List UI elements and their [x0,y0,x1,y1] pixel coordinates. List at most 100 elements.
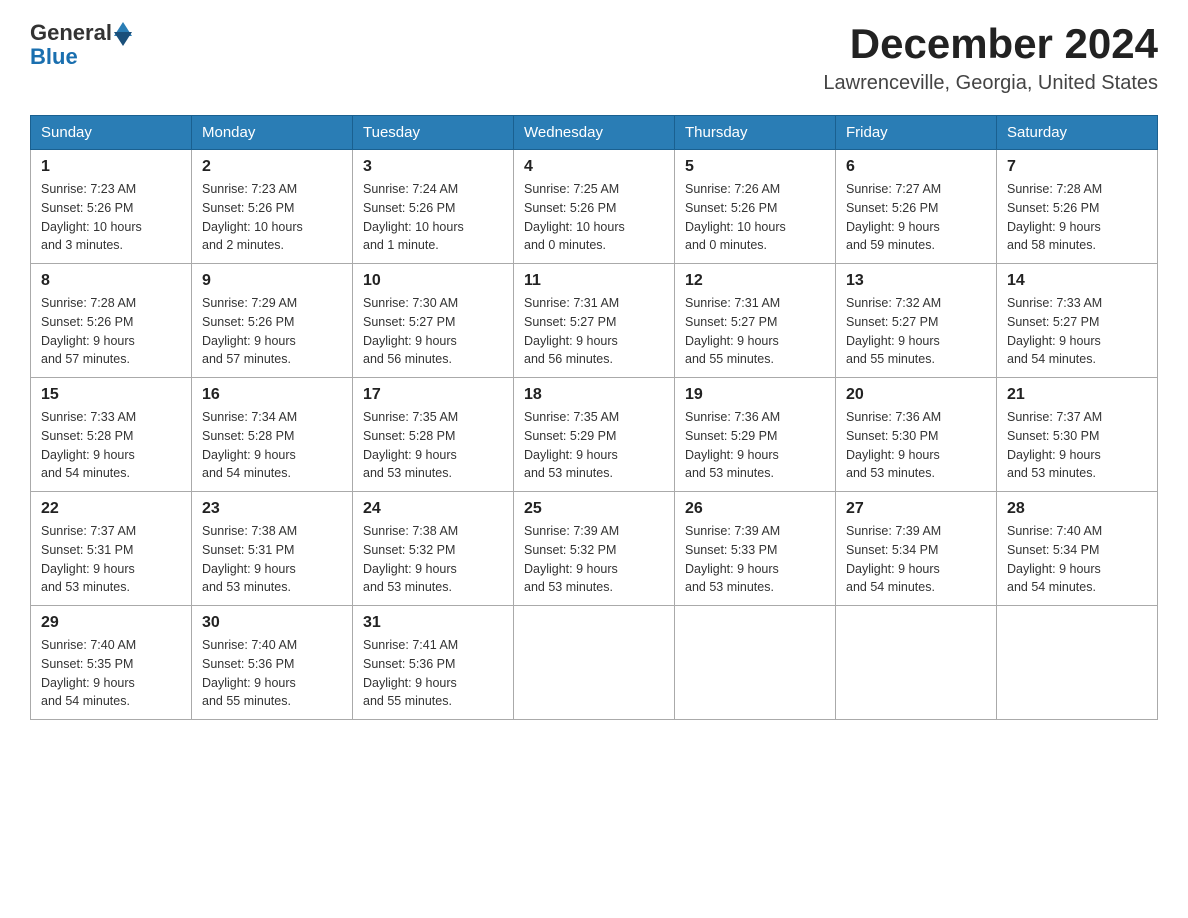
calendar-cell: 22Sunrise: 7:37 AMSunset: 5:31 PMDayligh… [31,492,192,606]
weekday-header-saturday: Saturday [997,116,1158,150]
day-number: 16 [202,386,342,404]
day-info: Sunrise: 7:28 AMSunset: 5:26 PMDaylight:… [1007,180,1147,255]
day-info: Sunrise: 7:23 AMSunset: 5:26 PMDaylight:… [41,180,181,255]
day-number: 27 [846,500,986,518]
weekday-header-wednesday: Wednesday [514,116,675,150]
day-info: Sunrise: 7:39 AMSunset: 5:32 PMDaylight:… [524,522,664,597]
calendar-cell: 8 Sunrise: 7:28 AMSunset: 5:26 PMDaylight… [31,264,192,378]
calendar-cell: 16 Sunrise: 7:34 AMSunset: 5:28 PMDayligh… [192,378,353,492]
day-number: 3 [363,158,503,176]
day-info: Sunrise: 7:35 AMSunset: 5:29 PMDaylight:… [524,408,664,483]
calendar-cell: 27 Sunrise: 7:39 AMSunset: 5:34 PMDayligh… [836,492,997,606]
day-number: 10 [363,272,503,290]
day-number: 14 [1007,272,1147,290]
calendar-cell: 21Sunrise: 7:37 AMSunset: 5:30 PMDayligh… [997,378,1158,492]
day-number: 28 [1007,500,1147,518]
weekday-header-sunday: Sunday [31,116,192,150]
logo-general-text: General [30,20,112,46]
day-number: 12 [685,272,825,290]
calendar-cell: 28 Sunrise: 7:40 AMSunset: 5:34 PMDayligh… [997,492,1158,606]
calendar-cell: 20Sunrise: 7:36 AMSunset: 5:30 PMDayligh… [836,378,997,492]
day-info: Sunrise: 7:26 AMSunset: 5:26 PMDaylight:… [685,180,825,255]
day-info: Sunrise: 7:40 AMSunset: 5:34 PMDaylight:… [1007,522,1147,597]
calendar-cell: 18 Sunrise: 7:35 AMSunset: 5:29 PMDayligh… [514,378,675,492]
day-info: Sunrise: 7:37 AMSunset: 5:30 PMDaylight:… [1007,408,1147,483]
calendar-cell: 10 Sunrise: 7:30 AMSunset: 5:27 PMDayligh… [353,264,514,378]
day-number: 29 [41,614,181,632]
day-info: Sunrise: 7:38 AMSunset: 5:32 PMDaylight:… [363,522,503,597]
day-number: 18 [524,386,664,404]
calendar-week-row: 22Sunrise: 7:37 AMSunset: 5:31 PMDayligh… [31,492,1158,606]
day-number: 6 [846,158,986,176]
day-info: Sunrise: 7:29 AMSunset: 5:26 PMDaylight:… [202,294,342,369]
calendar-cell: 12 Sunrise: 7:31 AMSunset: 5:27 PMDayligh… [675,264,836,378]
day-info: Sunrise: 7:28 AMSunset: 5:26 PMDaylight:… [41,294,181,369]
calendar-cell: 5Sunrise: 7:26 AMSunset: 5:26 PMDaylight… [675,150,836,264]
day-info: Sunrise: 7:32 AMSunset: 5:27 PMDaylight:… [846,294,986,369]
calendar-cell: 6Sunrise: 7:27 AMSunset: 5:26 PMDaylight… [836,150,997,264]
calendar-week-row: 29 Sunrise: 7:40 AMSunset: 5:35 PMDayligh… [31,606,1158,720]
day-info: Sunrise: 7:31 AMSunset: 5:27 PMDaylight:… [524,294,664,369]
day-info: Sunrise: 7:25 AMSunset: 5:26 PMDaylight:… [524,180,664,255]
day-number: 31 [363,614,503,632]
calendar-cell: 17Sunrise: 7:35 AMSunset: 5:28 PMDayligh… [353,378,514,492]
day-info: Sunrise: 7:36 AMSunset: 5:29 PMDaylight:… [685,408,825,483]
day-number: 7 [1007,158,1147,176]
calendar-cell: 4 Sunrise: 7:25 AMSunset: 5:26 PMDaylight… [514,150,675,264]
calendar-cell: 24 Sunrise: 7:38 AMSunset: 5:32 PMDayligh… [353,492,514,606]
day-info: Sunrise: 7:24 AMSunset: 5:26 PMDaylight:… [363,180,503,255]
calendar-cell: 29 Sunrise: 7:40 AMSunset: 5:35 PMDayligh… [31,606,192,720]
calendar-cell: 19 Sunrise: 7:36 AMSunset: 5:29 PMDayligh… [675,378,836,492]
calendar-cell: 11 Sunrise: 7:31 AMSunset: 5:27 PMDayligh… [514,264,675,378]
calendar-cell: 3 Sunrise: 7:24 AMSunset: 5:26 PMDaylight… [353,150,514,264]
day-info: Sunrise: 7:40 AMSunset: 5:36 PMDaylight:… [202,636,342,711]
calendar-table: SundayMondayTuesdayWednesdayThursdayFrid… [30,115,1158,720]
weekday-header-thursday: Thursday [675,116,836,150]
day-number: 23 [202,500,342,518]
day-info: Sunrise: 7:39 AMSunset: 5:34 PMDaylight:… [846,522,986,597]
day-info: Sunrise: 7:34 AMSunset: 5:28 PMDaylight:… [202,408,342,483]
calendar-cell: 23Sunrise: 7:38 AMSunset: 5:31 PMDayligh… [192,492,353,606]
weekday-header-tuesday: Tuesday [353,116,514,150]
calendar-cell: 30Sunrise: 7:40 AMSunset: 5:36 PMDayligh… [192,606,353,720]
calendar-cell: 31Sunrise: 7:41 AMSunset: 5:36 PMDayligh… [353,606,514,720]
logo-blue-text: Blue [30,44,78,70]
title-area: December 2024 Lawrenceville, Georgia, Un… [823,20,1158,95]
day-info: Sunrise: 7:33 AMSunset: 5:27 PMDaylight:… [1007,294,1147,369]
day-number: 15 [41,386,181,404]
calendar-cell [997,606,1158,720]
calendar-cell: 14 Sunrise: 7:33 AMSunset: 5:27 PMDayligh… [997,264,1158,378]
calendar-cell: 25 Sunrise: 7:39 AMSunset: 5:32 PMDayligh… [514,492,675,606]
calendar-cell: 9 Sunrise: 7:29 AMSunset: 5:26 PMDaylight… [192,264,353,378]
logo: General Blue [30,20,132,70]
location-title: Lawrenceville, Georgia, United States [823,72,1158,95]
calendar-cell [836,606,997,720]
page-header: General Blue December 2024 Lawrenceville… [30,20,1158,95]
day-number: 2 [202,158,342,176]
day-number: 20 [846,386,986,404]
day-number: 9 [202,272,342,290]
day-info: Sunrise: 7:31 AMSunset: 5:27 PMDaylight:… [685,294,825,369]
day-info: Sunrise: 7:37 AMSunset: 5:31 PMDaylight:… [41,522,181,597]
day-number: 17 [363,386,503,404]
calendar-week-row: 15Sunrise: 7:33 AMSunset: 5:28 PMDayligh… [31,378,1158,492]
day-number: 25 [524,500,664,518]
weekday-header-monday: Monday [192,116,353,150]
calendar-cell: 7 Sunrise: 7:28 AMSunset: 5:26 PMDaylight… [997,150,1158,264]
weekday-header-friday: Friday [836,116,997,150]
day-info: Sunrise: 7:30 AMSunset: 5:27 PMDaylight:… [363,294,503,369]
day-number: 24 [363,500,503,518]
day-number: 19 [685,386,825,404]
calendar-cell: 1 Sunrise: 7:23 AMSunset: 5:26 PMDaylight… [31,150,192,264]
day-info: Sunrise: 7:40 AMSunset: 5:35 PMDaylight:… [41,636,181,711]
day-number: 4 [524,158,664,176]
day-info: Sunrise: 7:39 AMSunset: 5:33 PMDaylight:… [685,522,825,597]
month-title: December 2024 [823,20,1158,68]
calendar-cell [514,606,675,720]
day-number: 11 [524,272,664,290]
weekday-header-row: SundayMondayTuesdayWednesdayThursdayFrid… [31,116,1158,150]
day-number: 1 [41,158,181,176]
day-number: 13 [846,272,986,290]
day-number: 8 [41,272,181,290]
calendar-week-row: 1 Sunrise: 7:23 AMSunset: 5:26 PMDaylight… [31,150,1158,264]
